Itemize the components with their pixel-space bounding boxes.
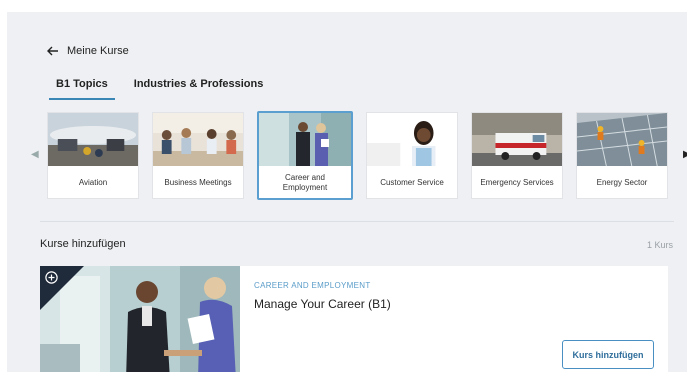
topic-card-business-meetings[interactable]: Business Meetings (152, 112, 244, 199)
tab-bar: B1 Topics Industries & Professions (47, 72, 272, 100)
topic-card-career-employment[interactable]: Career and Employment (257, 111, 353, 200)
customer-service-image (367, 113, 457, 166)
topic-label: Emergency Services (480, 178, 554, 187)
energy-sector-image (577, 113, 667, 167)
tab-b1-topics[interactable]: B1 Topics (47, 72, 117, 100)
section-title: Kurse hinzufügen (40, 238, 126, 250)
add-course-button[interactable]: Kurs hinzufügen (562, 340, 654, 369)
course-image (40, 266, 240, 372)
topic-label: Aviation (78, 178, 108, 187)
plus-circle-icon[interactable] (45, 271, 58, 284)
course-title: Manage Your Career (B1) (254, 297, 391, 311)
topic-card-emergency-services[interactable]: Emergency Services (471, 112, 563, 199)
topic-label: Energy Sector (596, 178, 648, 187)
course-count: 1 Kurs (646, 240, 673, 250)
business-meetings-image (153, 113, 243, 166)
career-employment-image (259, 113, 351, 166)
aviation-image (48, 113, 138, 166)
topic-carousel: Aviation Business Meetings Career and Em… (47, 111, 668, 200)
arrow-left-icon (47, 46, 58, 56)
tab-industries-professions[interactable]: Industries & Professions (125, 72, 273, 100)
emergency-services-image (472, 113, 562, 166)
course-card: CAREER AND EMPLOYMENT Manage Your Career… (40, 266, 668, 372)
course-info: CAREER AND EMPLOYMENT Manage Your Career… (240, 266, 668, 372)
topic-label: Customer Service (380, 178, 444, 187)
chevron-left-icon[interactable]: ◀ (31, 149, 39, 160)
topic-card-aviation[interactable]: Aviation (47, 112, 139, 199)
app-frame: Meine Kurse B1 Topics Industries & Profe… (7, 12, 687, 372)
topic-label: Business Meetings (164, 178, 232, 187)
section-divider (40, 221, 674, 222)
topic-label: Career and Employment (282, 173, 328, 192)
chevron-right-icon[interactable]: ▶ (683, 149, 687, 160)
back-link-label: Meine Kurse (67, 45, 129, 57)
topic-card-energy-sector[interactable]: Energy Sector (576, 112, 668, 199)
back-link[interactable]: Meine Kurse (47, 43, 129, 59)
topic-card-customer-service[interactable]: Customer Service (366, 112, 458, 199)
course-category: CAREER AND EMPLOYMENT (254, 281, 371, 290)
